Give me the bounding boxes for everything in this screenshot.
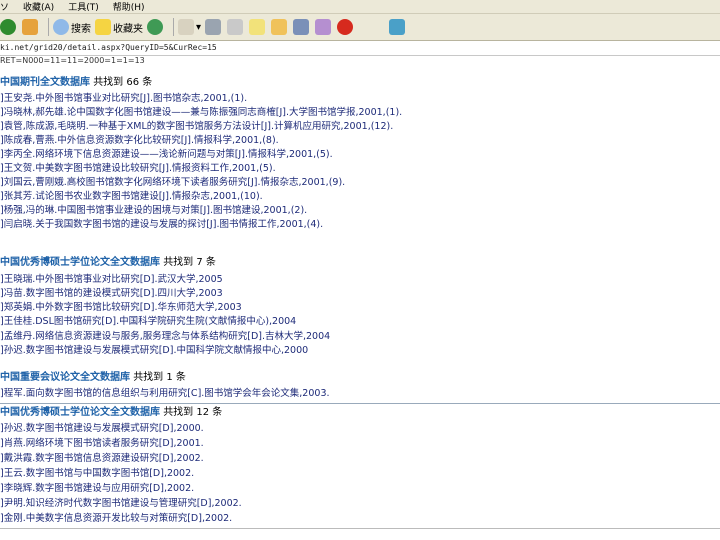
result-item[interactable]: ]李晓辉.数字图书馆建设与应用研究[D],2002. [0,482,700,495]
bottom-divider [0,528,720,529]
result-item[interactable]: ]孟维丹.网络信息资源建设与服务,服务理念与体系结构研究[D].吉林大学,200… [0,330,700,343]
result-item[interactable]: ]李丙全.网络环境下信息资源建设——浅论新问题与对策[J].情报科学,2001,… [0,148,700,161]
result-item[interactable]: ]冯晓林,郝先雄.论中国数字化图书馆建设——兼与陈振强同志商榷[J].大学图书馆… [0,106,700,119]
result-item[interactable]: ]王晓瑞.中外图书馆事业对比研究[D].武汉大学,2005 [0,273,700,286]
section-header: 中国重要会议论文全文数据库 共找到 1 条 [0,371,186,385]
section-header: 中国优秀博硕士学位论文全文数据库 共找到 12 条 [0,406,222,420]
edit-button[interactable] [227,16,245,38]
result-item[interactable]: ]戴洪霞.数字图书馆信息资源建设研究[D],2002. [0,452,700,465]
result-item[interactable]: ]刘国云,曹刚娥.高校图书馆数字化网络环境下读者服务研究[J].情报杂志,200… [0,176,700,189]
discuss-icon [249,19,266,35]
search-icon [53,19,69,35]
favorites-button[interactable]: 收藏夹 [95,16,143,38]
messenger-icon [315,19,332,35]
home-button[interactable] [22,16,40,38]
result-item[interactable]: ]尹明.知识经济时代数字图书馆建设与管理研究[D],2002. [0,497,700,510]
result-item[interactable]: ]陈成春,曹燕.中外信息资源数字化比较研究[J].情报科学,2001,(8). [0,134,700,147]
edit-icon [227,19,244,35]
home-icon [22,19,38,35]
result-item[interactable]: ]金刚.中美数字信息资源开发比较与对策研究[D],2002. [0,512,700,525]
section-divider [0,403,720,404]
mail-icon [178,19,194,35]
people-button[interactable] [389,16,407,38]
address-bar[interactable]: ki.net/grid20/detail.aspx?QueryID=5&CurR… [0,41,720,56]
address-url: ki.net/grid20/detail.aspx?QueryID=5&CurR… [0,43,217,52]
discuss-button[interactable] [249,16,267,38]
media-icon [147,19,163,35]
red-app-button[interactable] [337,16,355,38]
menu-item-favorites[interactable]: 收藏(A) [23,0,54,13]
section-title[interactable]: 中国重要会议论文全文数据库 [0,372,130,383]
favorites-button-label: 收藏夹 [113,23,143,35]
toolbar-divider [173,18,174,36]
media-button[interactable] [147,16,165,38]
toolbar-divider [48,18,49,36]
menu-item-tools[interactable]: 工具(T) [68,0,99,13]
result-item[interactable]: ]孙迟.数字图书馆建设与发展模式研究[D].中国科学院文献情报中心,2000 [0,344,700,357]
back-button[interactable] [0,16,18,38]
menu-item-help[interactable]: 帮助(H) [113,0,145,13]
result-item[interactable]: ]张其芳.试论图书农业数字图书馆建设[J].情报杂志,2001,(10). [0,190,700,203]
section-count: 共找到 1 条 [133,372,186,383]
favorites-star-icon [95,19,111,35]
folder-button[interactable] [271,16,289,38]
result-item[interactable]: ]袁管,陈成源,毛晓明.一种基于XML的数字图书馆服务方法设计[J].计算机应用… [0,120,700,133]
dropdown-arrow-icon: ▾ [196,21,202,33]
result-item[interactable]: ]肖燕.网络环境下图书馆读者服务研究[D],2001. [0,437,700,450]
print-button[interactable] [205,16,223,38]
red-app-icon [337,19,354,35]
result-item[interactable]: ]闫启晓.关于我国数字图书馆的建设与发展的探讨[J].图书情报工作,2001,(… [0,218,700,231]
result-item[interactable]: ]王佳桂.DSL图书馆研究[D].中国科学院研究生院(文献情报中心),2004 [0,315,700,328]
menu-item-view[interactable]: ソ [0,0,9,13]
section-count: 共找到 7 条 [163,257,216,268]
section-title[interactable]: 中国优秀博硕士学位论文全文数据库 [0,257,160,268]
section-header: 中国优秀博硕士学位论文全文数据库 共找到 7 条 [0,256,216,270]
menu-bar: ソ 收藏(A) 工具(T) 帮助(H) [0,0,720,14]
research-icon [293,19,310,35]
back-icon [0,19,16,35]
people-icon [389,19,406,35]
result-item[interactable]: ]杨强,冯的琳.中国图书馆事业建设的困境与对策[J].图书馆建设,2001,(2… [0,204,700,217]
section-count: 共找到 12 条 [163,407,223,418]
messenger-button[interactable] [315,16,333,38]
result-item[interactable]: ]王安尧.中外图书馆事业对比研究[J].图书馆杂志,2001,(1). [0,92,700,105]
result-item[interactable]: ]程军.面向数字图书馆的信息组织与利用研究[C].图书馆学会年会论文集,2003… [0,387,700,400]
partial-text-line: RET=N000=11=11=2000=1=1=13 [0,56,145,65]
section-title[interactable]: 中国优秀博硕士学位论文全文数据库 [0,407,160,418]
result-item[interactable]: ]郑英娟.中外数字图书馆比较研究[D].华东师范大学,2003 [0,301,700,314]
toolbar: 搜索 收藏夹 ▾ [0,14,720,41]
result-item[interactable]: ]王文贺.中美数字图书馆建设比较研究[J].情报资料工作,2001,(5). [0,162,700,175]
section-count: 共找到 66 条 [93,77,153,88]
print-icon [205,19,222,35]
search-button-label: 搜索 [71,23,91,35]
section-title[interactable]: 中国期刊全文数据库 [0,77,90,88]
result-item[interactable]: ]冯苗.数字图书馆的建设模式研究[D].四川大学,2003 [0,287,700,300]
result-item[interactable]: ]王云.数字图书馆与中国数字图书馆[D],2002. [0,467,700,480]
search-button[interactable]: 搜索 [53,16,91,38]
mail-button[interactable]: ▾ [178,16,201,38]
result-item[interactable]: ]孙迟.数字图书馆建设与发展模式研究[D],2000. [0,422,700,435]
search-results: RET=N000=11=11=2000=1=1=13 中国期刊全文数据库 共找到… [0,56,720,540]
folder-icon [271,19,288,35]
research-button[interactable] [293,16,311,38]
section-header: 中国期刊全文数据库 共找到 66 条 [0,76,152,90]
